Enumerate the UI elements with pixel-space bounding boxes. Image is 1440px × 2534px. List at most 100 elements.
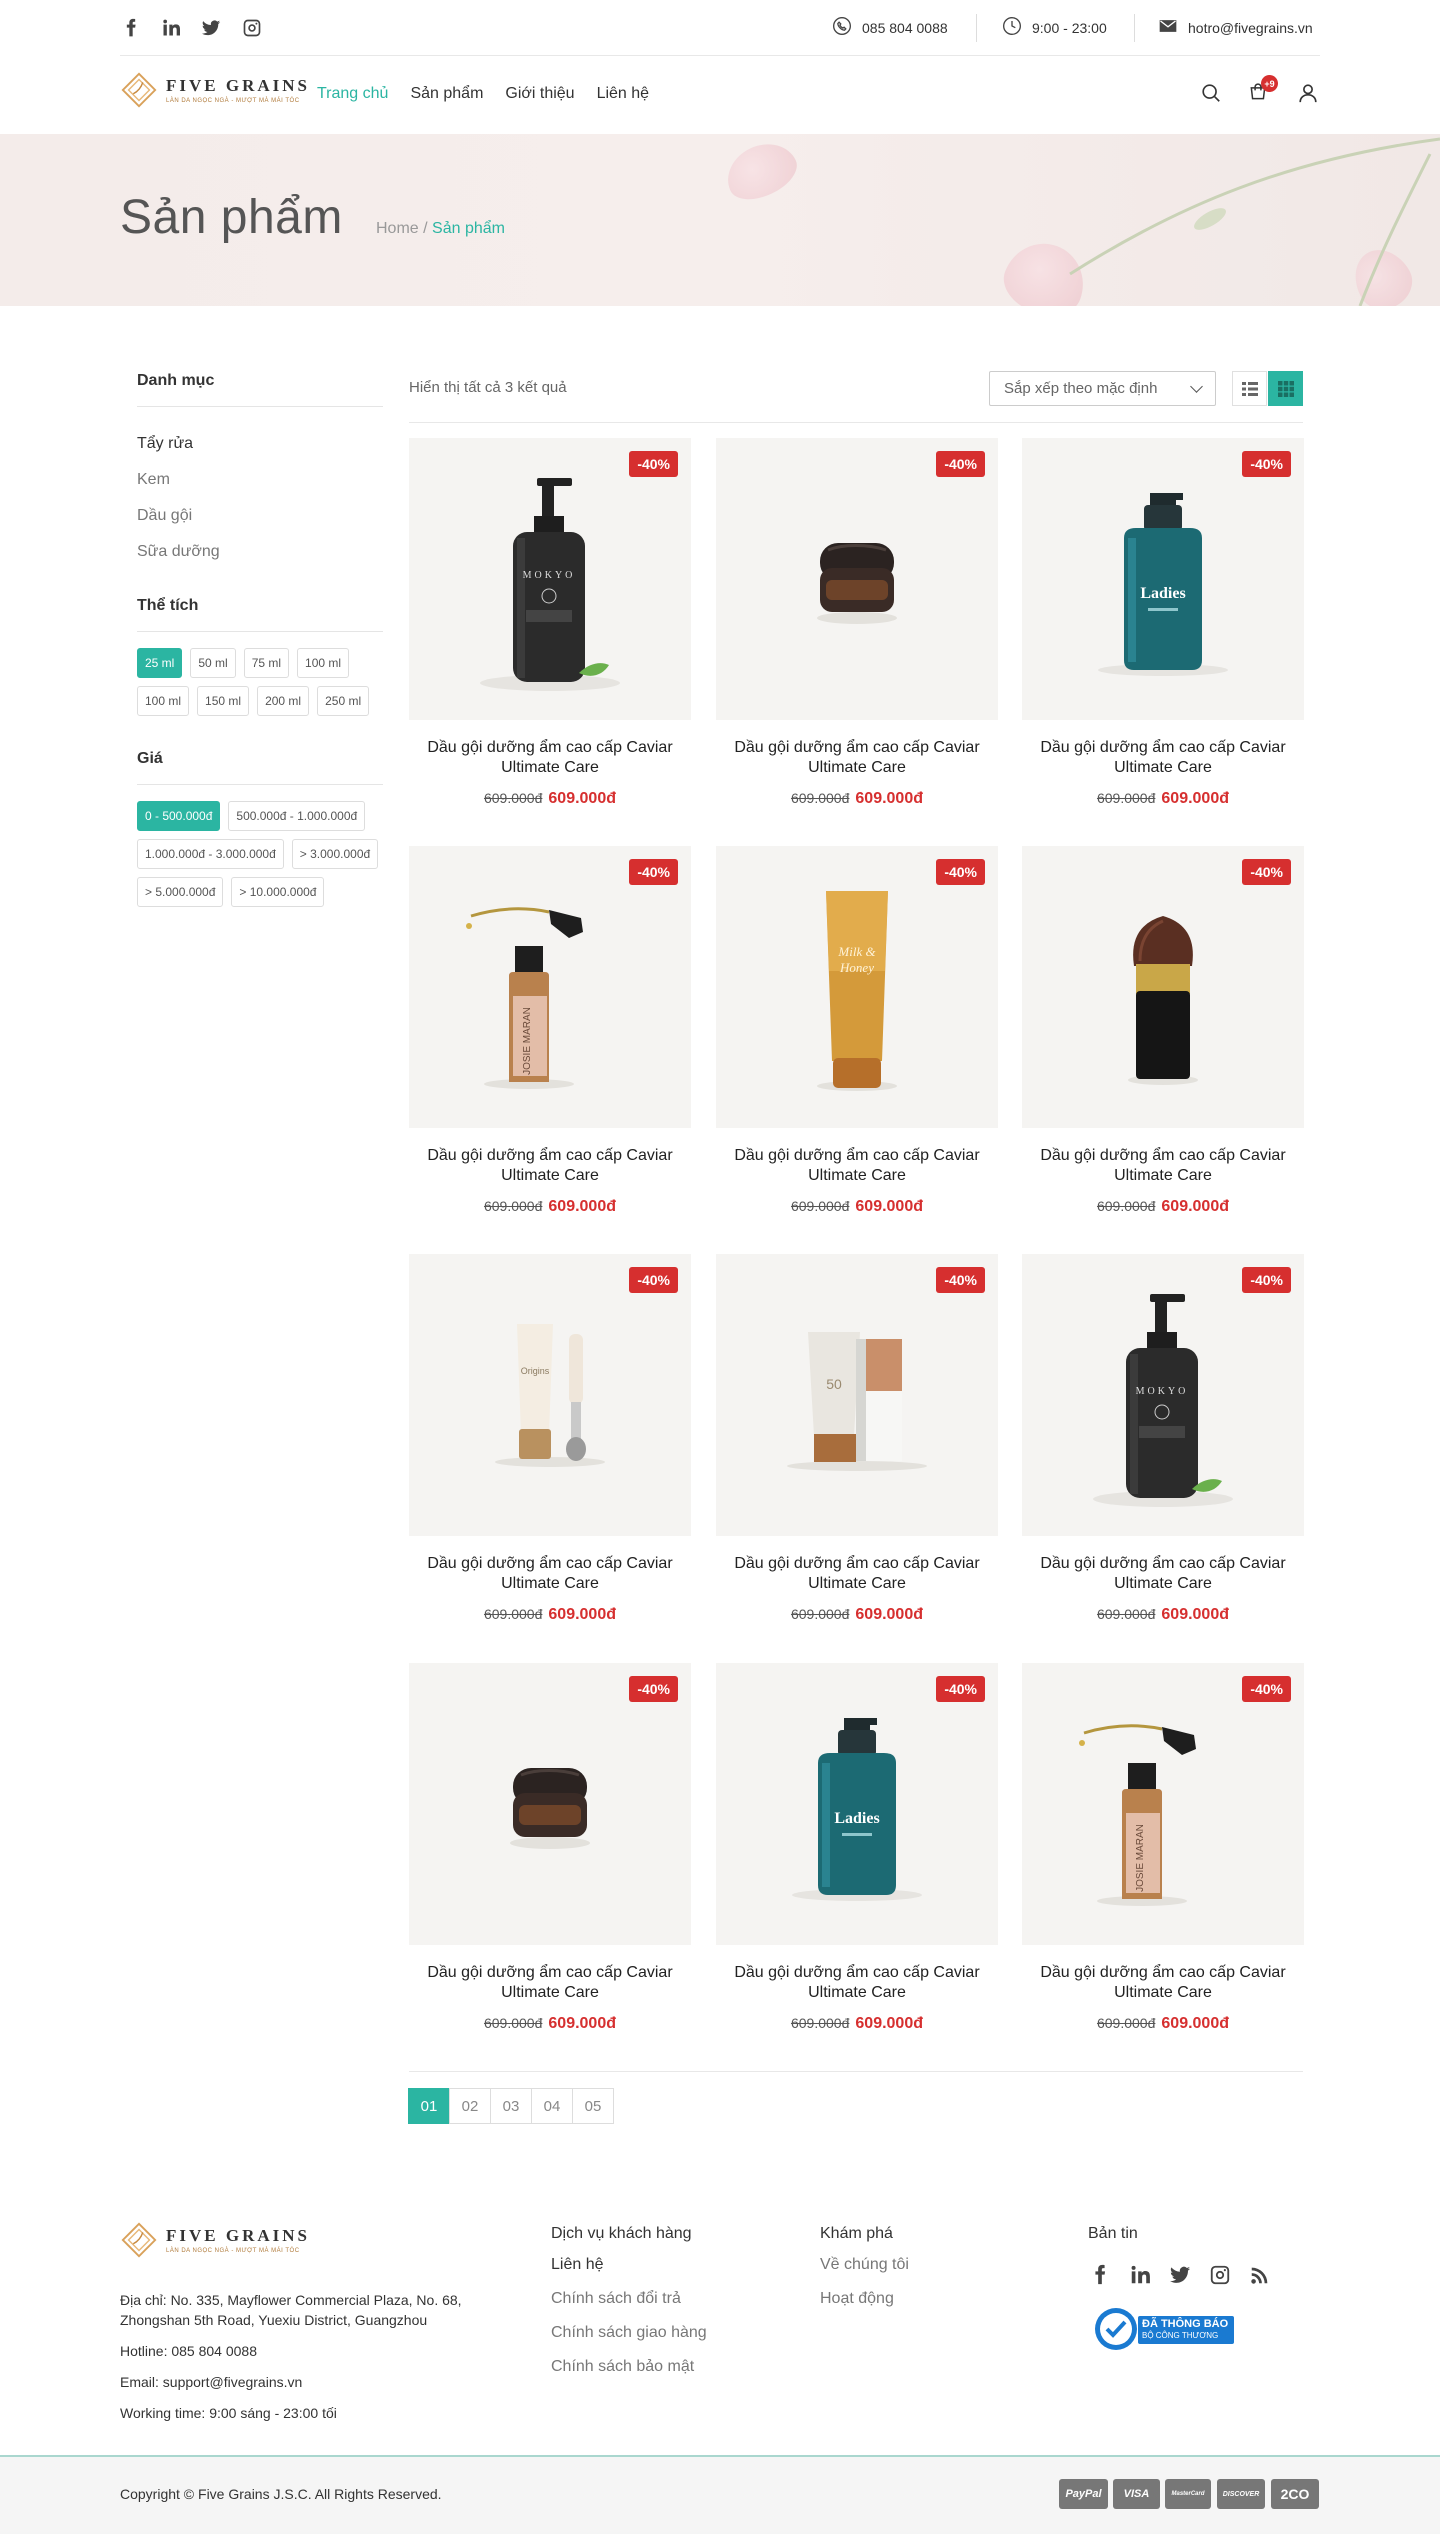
product-card[interactable]: MOKYO -40% Dầu gội dưỡng ẩm cao cấp Caviar… <box>1022 1254 1304 1624</box>
list-view-button[interactable] <box>1232 371 1267 406</box>
nav-item-about[interactable]: Giới thiệu <box>505 85 574 103</box>
footer-hotline: Hotline: 085 804 0088 <box>120 2343 257 2359</box>
product-image[interactable]: MOKYO -40% <box>1022 1254 1304 1536</box>
email-info[interactable]: hotro@fivegrains.vn <box>1158 16 1313 39</box>
product-image[interactable]: MOKYO -40% <box>409 438 691 720</box>
product-image[interactable]: Ladies -40% <box>1022 438 1304 720</box>
search-icon[interactable] <box>1200 82 1224 106</box>
product-card[interactable]: Milk & Honey -40% Dầu gội dưỡng ẩm cao cấp … <box>716 846 998 1216</box>
product-name[interactable]: Dầu gội dưỡng ẩm cao cấp Caviar Ultimate … <box>409 738 691 778</box>
footer-link[interactable]: Liên hệ <box>551 2256 707 2274</box>
product-card[interactable]: Origins -40% Dầu gội dưỡng ẩm cao cấp Cavi… <box>409 1254 691 1624</box>
twitter-icon[interactable] <box>200 17 222 39</box>
footer-link[interactable]: Chính sách bảo mật <box>551 2358 707 2376</box>
product-card[interactable]: -40% Dầu gội dưỡng ẩm cao cấp Caviar Ultim… <box>716 438 998 808</box>
page-button[interactable]: 05 <box>572 2088 614 2124</box>
product-name[interactable]: Dầu gội dưỡng ẩm cao cấp Caviar Ultimate … <box>716 738 998 778</box>
product-name[interactable]: Dầu gội dưỡng ẩm cao cấp Caviar Ultimate … <box>716 1963 998 2003</box>
product-card[interactable]: 50 -40% Dầu gội dưỡng ẩm cao cấp Caviar Ult… <box>716 1254 998 1624</box>
product-card[interactable]: -40% Dầu gội dưỡng ẩm cao cấp Caviar Ultim… <box>1022 846 1304 1216</box>
product-image[interactable]: JOSIE MARAN -40% <box>409 846 691 1128</box>
category-item[interactable]: Kem <box>137 471 383 489</box>
product-card[interactable]: JOSIE MARAN -40% Dầu gội dưỡng ẩm cao cấp … <box>1022 1663 1304 2033</box>
result-count: Hiển thị tất cả 3 kết quả <box>409 379 567 396</box>
category-item[interactable]: Dầu gội <box>137 507 383 525</box>
linkedin-icon[interactable] <box>1129 2264 1151 2291</box>
product-name-line: Dầu gội dưỡng ẩm cao cấp Caviar <box>427 1555 673 1572</box>
footer-link[interactable]: Hoạt động <box>820 2290 909 2308</box>
footer-col-service: Dịch vụ khách hàng Liên hệ Chính sách đổ… <box>551 2225 707 2392</box>
sale-price: 609.000đ <box>548 1198 616 1215</box>
price-chip[interactable]: 0 - 500.000đ <box>137 801 221 831</box>
svg-text:Origins: Origins <box>521 1366 550 1376</box>
rss-icon[interactable] <box>1249 2264 1271 2291</box>
volume-chip[interactable]: 25 ml <box>137 648 183 678</box>
category-item[interactable]: Tẩy rửa <box>137 435 383 453</box>
product-name[interactable]: Dầu gội dưỡng ẩm cao cấp Caviar Ultimate … <box>1022 1554 1304 1594</box>
product-name[interactable]: Dầu gội dưỡng ẩm cao cấp Caviar Ultimate … <box>409 1146 691 1186</box>
product-name[interactable]: Dầu gội dưỡng ẩm cao cấp Caviar Ultimate … <box>716 1554 998 1594</box>
price-chip[interactable]: 500.000đ - 1.000.000đ <box>228 801 366 831</box>
product-image[interactable]: -40% <box>716 438 998 720</box>
facebook-icon[interactable] <box>1089 2264 1111 2291</box>
product-name-line: Ultimate Care <box>808 1575 906 1592</box>
volume-chip[interactable]: 100 ml <box>137 686 190 716</box>
user-icon[interactable] <box>1297 82 1321 106</box>
twitter-icon[interactable] <box>1169 2264 1191 2291</box>
product-name[interactable]: Dầu gội dưỡng ẩm cao cấp Caviar Ultimate … <box>1022 738 1304 778</box>
price-chip[interactable]: 1.000.000đ - 3.000.000đ <box>137 839 284 869</box>
page-button[interactable]: 03 <box>490 2088 532 2124</box>
nav-item-contact[interactable]: Liên hệ <box>597 85 650 103</box>
linkedin-icon[interactable] <box>160 17 182 39</box>
product-image[interactable]: Origins -40% <box>409 1254 691 1536</box>
product-image[interactable]: 50 -40% <box>716 1254 998 1536</box>
product-name[interactable]: Dầu gội dưỡng ẩm cao cấp Caviar Ultimate … <box>1022 1146 1304 1186</box>
footer-link[interactable]: Về chúng tôi <box>820 2256 909 2274</box>
footer-link[interactable]: Chính sách đổi trả <box>551 2290 707 2308</box>
facebook-icon[interactable] <box>120 17 142 39</box>
instagram-icon[interactable] <box>241 17 263 39</box>
product-card[interactable]: MOKYO -40% Dầu gội dưỡng ẩm cao cấp Caviar… <box>409 438 691 808</box>
product-card[interactable]: Ladies -40% Dầu gội dưỡng ẩm cao cấp Cavia… <box>716 1663 998 2033</box>
instagram-icon[interactable] <box>1209 2264 1231 2291</box>
product-name[interactable]: Dầu gội dưỡng ẩm cao cấp Caviar Ultimate … <box>409 1963 691 2003</box>
volume-chip[interactable]: 200 ml <box>257 686 310 716</box>
volume-chip[interactable]: 75 ml <box>243 648 290 678</box>
page-button[interactable]: 01 <box>408 2088 450 2124</box>
top-bar: 085 804 0088 9:00 - 23:00 hotro@fivegrai… <box>0 0 1440 56</box>
product-image[interactable]: -40% <box>1022 846 1304 1128</box>
product-image[interactable]: Ladies -40% <box>716 1663 998 1945</box>
product-image[interactable]: JOSIE MARAN -40% <box>1022 1663 1304 1945</box>
page-button[interactable]: 02 <box>449 2088 491 2124</box>
price-chip[interactable]: > 5.000.000đ <box>137 877 224 907</box>
cart-icon[interactable]: +9 <box>1248 75 1278 106</box>
product-name[interactable]: Dầu gội dưỡng ẩm cao cấp Caviar Ultimate … <box>1022 1963 1304 2003</box>
product-image[interactable]: Milk & Honey -40% <box>716 846 998 1128</box>
volume-chip[interactable]: 50 ml <box>190 648 236 678</box>
footer-logo[interactable]: FIVE GRAINS LÀN DA NGỌC NGÀ - MƯỢT MÀ MÁ… <box>120 2221 310 2259</box>
phone-info[interactable]: 085 804 0088 <box>832 16 948 39</box>
nav-item-home[interactable]: Trang chủ <box>317 85 388 103</box>
volume-chip[interactable]: 150 ml <box>197 686 250 716</box>
product-name[interactable]: Dầu gội dưỡng ẩm cao cấp Caviar Ultimate … <box>409 1554 691 1594</box>
site-logo[interactable]: FIVE GRAINS LÀN DA NGỌC NGÀ - MƯỢT MÀ MÁ… <box>120 71 310 109</box>
footer-link[interactable]: Chính sách giao hàng <box>551 2324 707 2342</box>
product-name-line: Ultimate Care <box>1114 1167 1212 1184</box>
product-card[interactable]: Ladies -40% Dầu gội dưỡng ẩm cao cấp Cavia… <box>1022 438 1304 808</box>
volume-chip[interactable]: 100 ml <box>297 648 350 678</box>
category-item[interactable]: Sữa dưỡng <box>137 543 383 561</box>
nav-item-products[interactable]: Sản phẩm <box>410 85 483 103</box>
breadcrumb-home[interactable]: Home <box>376 220 419 237</box>
volume-chip[interactable]: 250 ml <box>317 686 370 716</box>
sort-select[interactable]: Sắp xếp theo mặc định <box>989 371 1216 406</box>
price-chip[interactable]: > 10.000.000đ <box>231 877 325 907</box>
grid-view-button[interactable] <box>1268 371 1303 406</box>
product-price: 609.000đ 609.000đ <box>1022 1606 1304 1624</box>
product-card[interactable]: -40% Dầu gội dưỡng ẩm cao cấp Caviar Ultim… <box>409 1663 691 2033</box>
product-card[interactable]: JOSIE MARAN -40% Dầu gội dưỡng ẩm cao cấp … <box>409 846 691 1216</box>
page-button[interactable]: 04 <box>531 2088 573 2124</box>
product-name[interactable]: Dầu gội dưỡng ẩm cao cấp Caviar Ultimate … <box>716 1146 998 1186</box>
price-chip[interactable]: > 3.000.000đ <box>291 839 379 869</box>
product-image[interactable]: -40% <box>409 1663 691 1945</box>
bct-registered-badge[interactable]: ĐÃ THÔNG BÁO BỘ CÔNG THƯƠNG <box>1094 2306 1237 2352</box>
